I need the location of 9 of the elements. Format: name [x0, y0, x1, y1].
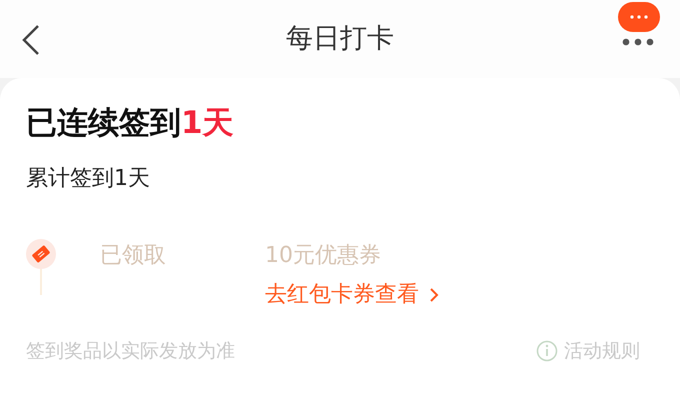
total-days-text: 累计签到1天: [26, 165, 151, 194]
back-icon[interactable]: [20, 24, 42, 56]
reward-status: 已领取: [100, 242, 167, 270]
page-title: 每日打卡: [286, 22, 394, 56]
reward-prize: 10元优惠券: [265, 242, 381, 270]
view-coupons-link[interactable]: 去红包卡券查看: [265, 278, 439, 312]
streak-text: 已连续签到1天: [26, 106, 235, 140]
chevron-right-icon: [429, 287, 439, 304]
info-icon: [536, 340, 558, 362]
